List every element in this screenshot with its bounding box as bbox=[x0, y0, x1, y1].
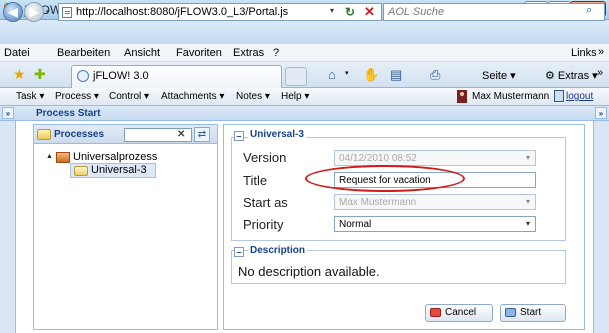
collapse-universal-button[interactable]: – bbox=[234, 131, 244, 141]
user-name: Max Mustermann bbox=[472, 91, 550, 102]
add-favorite-icon[interactable]: ✚ bbox=[34, 66, 46, 83]
stop-icon[interactable]: ✕ bbox=[364, 4, 375, 20]
new-tab-button[interactable] bbox=[285, 67, 307, 86]
page-title: Process Start bbox=[36, 108, 101, 119]
right-collapsed-strip bbox=[593, 121, 609, 333]
cancel-icon bbox=[430, 308, 441, 317]
tree-collapse-arrow-icon[interactable]: ▲ bbox=[46, 153, 53, 160]
page-icon bbox=[62, 7, 72, 18]
address-row bbox=[0, 20, 609, 44]
expand-right-button[interactable]: » bbox=[595, 107, 607, 119]
tab-label: jFLOW! 3.0 bbox=[93, 70, 149, 82]
menu-process[interactable]: Process ▾ bbox=[55, 91, 99, 102]
feeds-icon[interactable]: ▤ bbox=[390, 67, 402, 83]
address-url: http://localhost:8080/jFLOW3.0_L3/Portal… bbox=[76, 6, 289, 18]
favorites-star-icon[interactable]: ★ bbox=[13, 66, 26, 83]
page-menu[interactable]: Seite ▾ bbox=[482, 69, 516, 82]
menu-attachments[interactable]: Attachments ▾ bbox=[161, 91, 224, 102]
menu-help-app[interactable]: Help ▾ bbox=[281, 91, 309, 102]
menu-favoriten[interactable]: Favoriten bbox=[176, 47, 222, 59]
start-as-dropdown-icon: ▾ bbox=[525, 197, 530, 206]
version-dropdown-icon: ▾ bbox=[525, 153, 530, 162]
links-chevron-icon[interactable]: » bbox=[598, 46, 604, 58]
menu-datei[interactable]: Datei bbox=[4, 47, 30, 59]
left-collapsed-strip bbox=[0, 121, 16, 333]
tree-item-universal-3[interactable]: Universal-3 bbox=[91, 164, 147, 176]
clear-filter-icon[interactable]: ✕ bbox=[177, 129, 185, 140]
history-dropdown-icon[interactable]: ▾ bbox=[46, 8, 54, 16]
menu-ansicht[interactable]: Ansicht bbox=[124, 47, 160, 59]
extras-menu[interactable]: ⚙ Extras ▾ bbox=[545, 69, 598, 82]
description-section-title: Description bbox=[248, 245, 308, 256]
title-label: Title bbox=[243, 173, 268, 188]
priority-select[interactable]: Normal bbox=[334, 216, 536, 232]
search-placeholder: AOL Suche bbox=[388, 6, 445, 18]
more-chevron-icon[interactable]: » bbox=[597, 67, 603, 79]
processes-title: Processes bbox=[54, 129, 105, 140]
process-group-icon bbox=[56, 152, 70, 163]
version-label: Version bbox=[243, 150, 287, 165]
description-text: No description available. bbox=[238, 264, 380, 279]
menu-task[interactable]: Task ▾ bbox=[16, 91, 44, 102]
red-highlight-ellipse bbox=[305, 165, 465, 192]
search-icon[interactable]: ⌕ bbox=[586, 4, 592, 17]
home-icon[interactable]: ⌂ bbox=[328, 67, 336, 82]
print-icon[interactable]: ⎙ bbox=[430, 67, 440, 83]
start-as-label: Start as bbox=[243, 195, 288, 210]
user-icon bbox=[457, 90, 467, 103]
tab-page-icon bbox=[77, 70, 89, 82]
back-button[interactable]: ◀ bbox=[3, 2, 23, 22]
version-select: 04/12/2010 08:52 bbox=[334, 150, 536, 166]
menu-help[interactable]: ? bbox=[273, 47, 279, 59]
links-label[interactable]: Links bbox=[571, 47, 597, 59]
refresh-icon[interactable]: ↻ bbox=[345, 5, 355, 19]
folder-icon bbox=[37, 129, 51, 140]
forward-button[interactable]: ▶ bbox=[24, 2, 44, 22]
tree-item-universalprozess[interactable]: Universalprozess bbox=[73, 151, 157, 163]
collapse-description-button[interactable]: – bbox=[234, 247, 244, 257]
logout-icon[interactable] bbox=[554, 90, 564, 102]
address-dropdown-icon[interactable]: ▾ bbox=[330, 6, 334, 15]
priority-label: Priority bbox=[243, 217, 284, 232]
menu-control[interactable]: Control ▾ bbox=[109, 91, 149, 102]
logout-link[interactable]: logout bbox=[566, 91, 593, 102]
expand-left-button[interactable]: » bbox=[2, 107, 14, 119]
cancel-label: Cancel bbox=[445, 307, 477, 318]
menu-notes[interactable]: Notes ▾ bbox=[236, 91, 270, 102]
home-dropdown-icon[interactable]: ▾ bbox=[345, 69, 349, 77]
menu-extras[interactable]: Extras bbox=[233, 47, 264, 59]
hand-icon[interactable]: ✋ bbox=[363, 67, 379, 83]
start-icon bbox=[505, 308, 516, 317]
start-label: Start bbox=[520, 307, 542, 318]
start-as-select: Max Mustermann bbox=[334, 194, 536, 210]
refresh-tree-button[interactable]: ⇄ bbox=[194, 127, 210, 142]
universal-section-title: Universal-3 bbox=[248, 129, 306, 140]
process-icon bbox=[74, 166, 88, 176]
priority-dropdown-icon[interactable]: ▾ bbox=[521, 217, 535, 231]
menu-bearbeiten[interactable]: Bearbeiten bbox=[57, 47, 110, 59]
